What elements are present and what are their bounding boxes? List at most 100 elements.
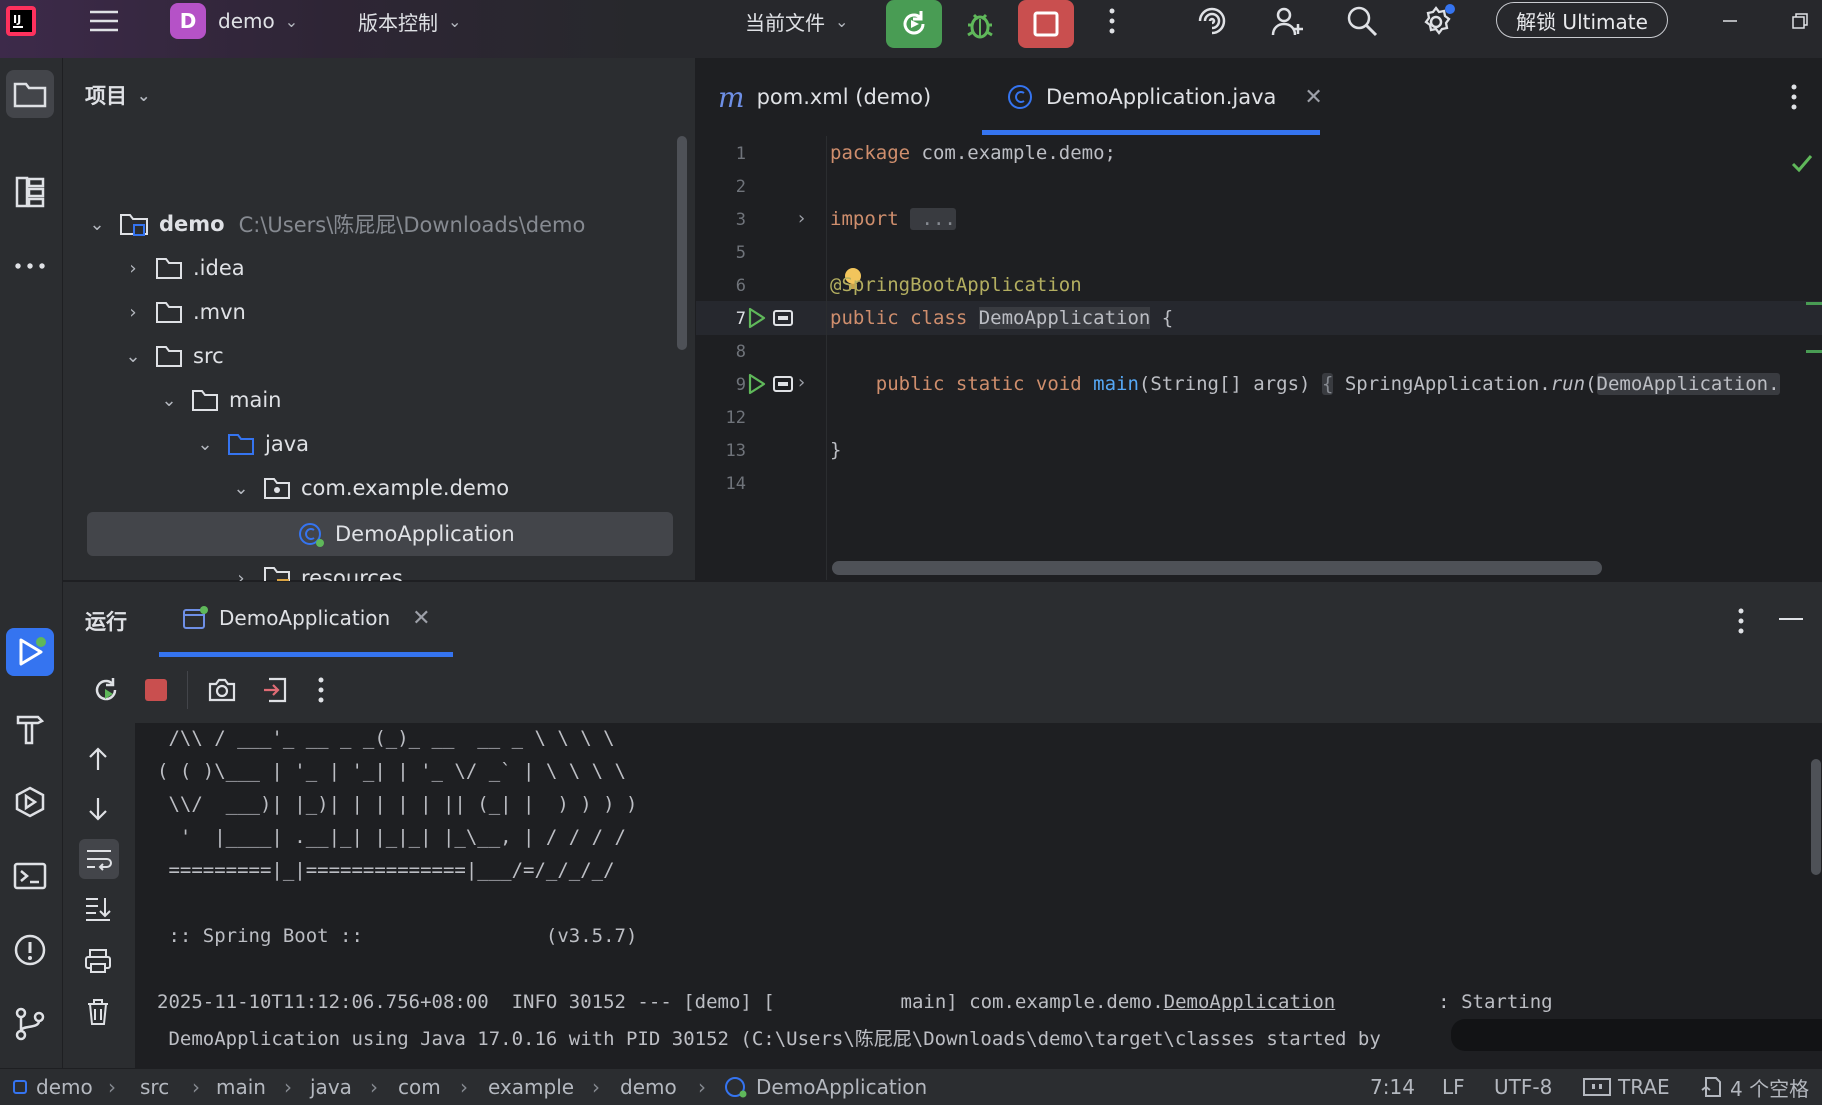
chevron-down-icon[interactable]: ⌄ [121, 346, 145, 367]
more-actions-icon[interactable] [315, 675, 327, 705]
project-scrollbar[interactable] [677, 136, 687, 350]
arrow-up-icon[interactable] [85, 745, 111, 773]
chevron-right-icon[interactable]: › [121, 258, 145, 279]
fold-chevron-icon[interactable]: › [796, 208, 807, 229]
editor-horizontal-scrollbar[interactable] [832, 561, 1602, 575]
add-user-icon[interactable] [1270, 0, 1306, 42]
minimize-window-icon[interactable] [1720, 0, 1740, 42]
breadcrumb-example[interactable]: example [488, 1069, 574, 1105]
tab-options-icon[interactable] [1788, 82, 1800, 112]
debug-button[interactable] [952, 0, 1008, 48]
project-panel: 项目 ⌄ ⌄ demo C:\Users\陈屁屁\Downloads\demo … [63, 58, 696, 630]
tab-demoapplication[interactable]: DemoApplication.java ✕ [1006, 58, 1323, 136]
console-class-link[interactable]: DemoApplication [1164, 991, 1336, 1013]
run-gutter-icon[interactable] [744, 372, 768, 396]
fold-chevron-icon[interactable]: › [796, 372, 807, 393]
scroll-to-end-icon[interactable] [83, 895, 113, 923]
tree-item-label: .mvn [193, 300, 246, 324]
rerun-button[interactable] [886, 0, 942, 48]
breadcrumb-demoapplication[interactable]: DemoApplication [724, 1069, 927, 1105]
code-line-13: } [830, 439, 842, 461]
code-editor[interactable]: 1 2 3 5 6 7 8 9 12 13 14 › › package com… [696, 136, 1822, 580]
ai-assistant-icon[interactable] [1194, 0, 1230, 42]
git-tool-button[interactable] [6, 1000, 54, 1048]
breadcrumb-demo-package[interactable]: demo [620, 1069, 677, 1105]
tree-item-mvn[interactable]: › .mvn [121, 290, 741, 334]
breadcrumb-com[interactable]: com [398, 1069, 441, 1105]
chevron-down-icon[interactable]: ⌄ [85, 214, 109, 235]
chevron-right-icon[interactable]: › [121, 302, 145, 323]
stop-icon[interactable] [145, 679, 167, 701]
tree-item-idea[interactable]: › .idea [121, 246, 741, 290]
more-actions-icon[interactable] [1106, 0, 1118, 42]
tree-item-demo[interactable]: ⌄ demo C:\Users\陈屁屁\Downloads\demo [85, 202, 705, 246]
chevron-down-icon[interactable]: ⌄ [157, 390, 181, 411]
build-tool-button[interactable] [6, 704, 54, 752]
problems-tool-button[interactable] [6, 926, 54, 974]
run-console[interactable]: /\\ / ___'_ __ _ _(_)_ __ __ _ \ \ \ \ (… [135, 723, 1822, 1068]
run-panel-options-icon[interactable] [1735, 606, 1747, 636]
folded-method-body[interactable]: { [1321, 373, 1334, 395]
breadcrumb-src[interactable]: src [140, 1069, 169, 1105]
run-gutter-icon[interactable] [744, 306, 768, 330]
tab-pom-xml[interactable]: m pom.xml (demo) [718, 58, 931, 136]
breadcrumb-main[interactable]: main [216, 1069, 266, 1105]
unlock-ultimate-button[interactable]: 解锁 Ultimate [1496, 2, 1668, 38]
code-keyword: import [830, 208, 899, 230]
project-panel-header[interactable]: 项目 ⌄ [85, 80, 150, 110]
file-encoding[interactable]: UTF-8 [1494, 1069, 1552, 1105]
run-panel-title: 运行 [85, 610, 127, 634]
no-problems-check-icon[interactable] [1790, 152, 1814, 174]
console-scrollbar[interactable] [1811, 759, 1821, 875]
project-tool-button[interactable] [6, 70, 54, 118]
active-tab-indicator [982, 130, 1320, 135]
close-tab-icon[interactable]: ✕ [412, 606, 430, 631]
more-tools-icon[interactable] [6, 242, 54, 290]
restore-window-icon[interactable] [1790, 0, 1810, 42]
soft-wrap-button[interactable] [79, 839, 119, 879]
scroll-marker [1806, 350, 1822, 353]
tab-run-demoapplication[interactable]: DemoApplication ✕ [181, 582, 431, 654]
chevron-down-icon[interactable]: ⌄ [193, 434, 217, 455]
bean-gutter-icon[interactable] [772, 308, 794, 328]
bug-icon [967, 13, 993, 39]
main-menu-icon[interactable] [88, 0, 120, 42]
project-selector[interactable]: D demo ⌄ [170, 0, 298, 42]
breadcrumb-demo[interactable]: demo [12, 1069, 93, 1105]
run-config-selector[interactable]: 当前文件 ⌄ [745, 0, 848, 42]
search-icon[interactable] [1344, 0, 1380, 42]
structure-tool-button[interactable] [6, 168, 54, 216]
folded-imports[interactable]: ... [910, 208, 956, 230]
run-tool-button[interactable] [6, 628, 54, 676]
line-number: 3 [735, 210, 746, 230]
terminal-tool-button[interactable] [6, 852, 54, 900]
soft-wrap-icon [87, 850, 112, 871]
line-separator[interactable]: LF [1442, 1069, 1465, 1105]
breadcrumb-java[interactable]: java [310, 1069, 352, 1105]
tree-item-src[interactable]: ⌄ src [121, 334, 741, 378]
minimize-panel-icon[interactable] [1779, 618, 1803, 620]
console-log-text: 2025-11-10T11:12:06.756+08:00 INFO 30152… [157, 991, 1164, 1013]
tree-item-demoapplication[interactable]: DemoApplication [87, 512, 673, 556]
exit-icon[interactable] [261, 675, 291, 705]
trash-icon[interactable] [85, 997, 111, 1027]
vcs-menu[interactable]: 版本控制 ⌄ [358, 0, 461, 42]
camera-icon[interactable] [207, 675, 237, 705]
close-tab-icon[interactable]: ✕ [1304, 85, 1322, 110]
stop-button[interactable] [1018, 0, 1074, 48]
console-line: =========|_|==============|___/=/_/_/_/ [157, 859, 615, 881]
chevron-down-icon[interactable]: ⌄ [229, 478, 253, 499]
tree-item-main[interactable]: ⌄ main [157, 378, 777, 422]
bean-gutter-icon[interactable] [772, 374, 794, 394]
console-line: \\/ ___)| |_)| | | | | || (_| | ) ) ) ) [157, 793, 638, 815]
caret-position[interactable]: 7:14 [1370, 1069, 1415, 1105]
app-logo-icon[interactable]: IJ [4, 0, 40, 42]
indent-widget[interactable]: 4 个空格 [1700, 1069, 1809, 1105]
rerun-icon[interactable] [91, 675, 121, 705]
print-icon[interactable] [83, 947, 113, 975]
arrow-down-icon[interactable] [85, 795, 111, 823]
settings-gear-icon[interactable] [1418, 0, 1456, 42]
services-tool-button[interactable] [6, 778, 54, 826]
trae-plugin-widget[interactable]: TRAE [1582, 1069, 1670, 1105]
code-line-7: public class DemoApplication { [830, 307, 1173, 329]
